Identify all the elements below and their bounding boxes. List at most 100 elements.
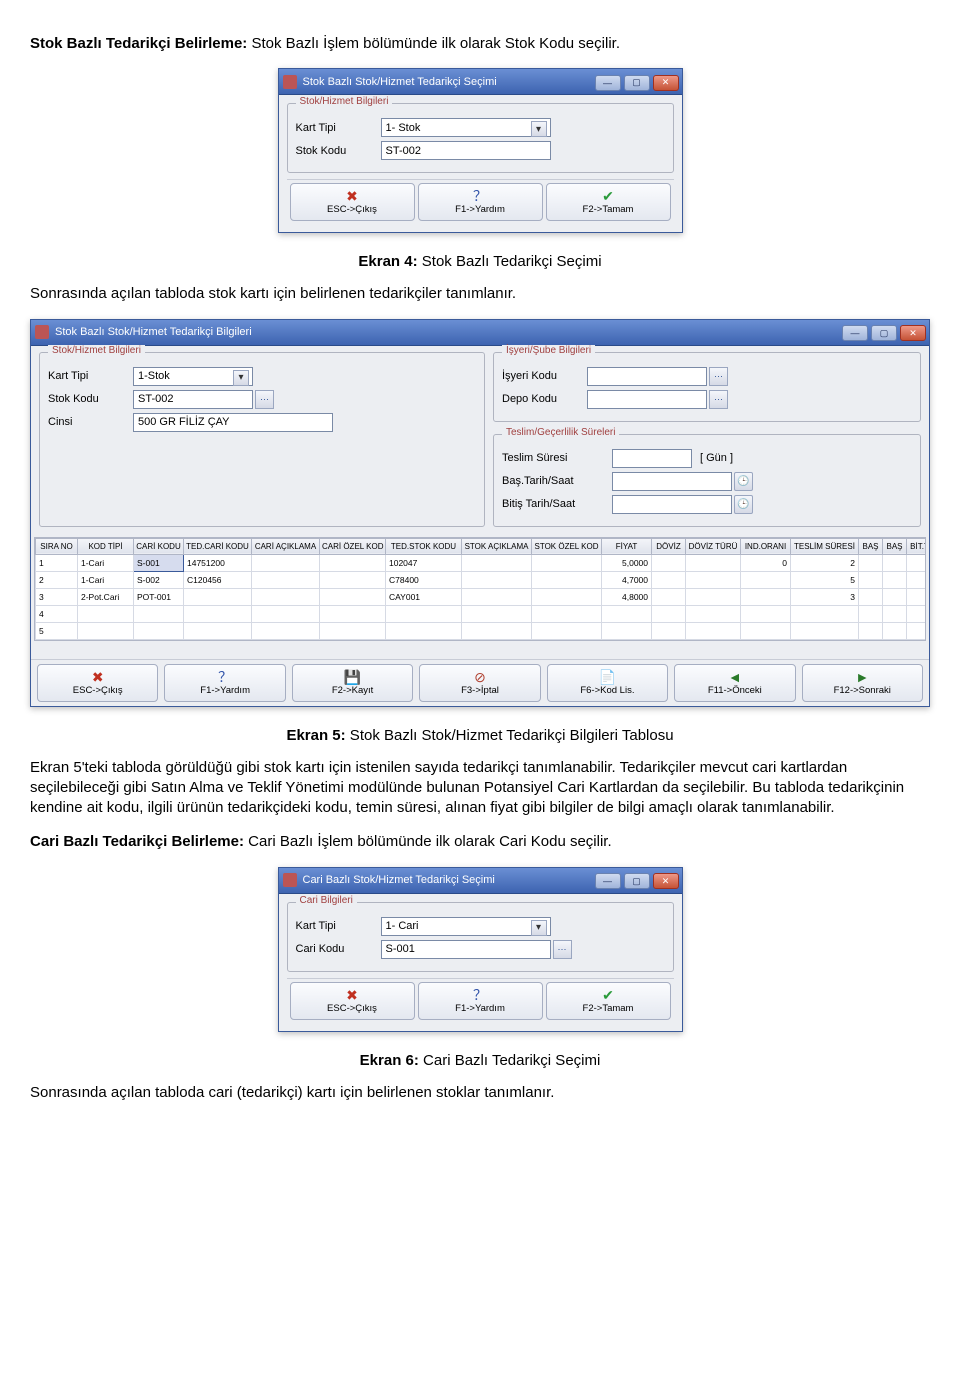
minimize-button[interactable]: — (842, 325, 868, 341)
lookup-button[interactable]: ⋯ (709, 390, 728, 409)
grid-header[interactable]: SIRA NO (36, 538, 78, 554)
grid-cell[interactable] (883, 554, 907, 571)
grid-cell[interactable] (602, 622, 652, 639)
f2-tamam-button[interactable]: ✔F2->Tamam (546, 982, 671, 1020)
grid-header[interactable]: DÖVİZ TÜRÜ (686, 538, 741, 554)
stok-kodu-input[interactable]: ST-002 (381, 141, 551, 160)
grid-cell[interactable] (907, 622, 927, 639)
grid-cell[interactable]: S-002 (134, 571, 184, 588)
grid-cell[interactable]: 102047 (386, 554, 462, 571)
grid-cell[interactable]: 3 (791, 588, 859, 605)
grid-cell[interactable] (791, 622, 859, 639)
grid-cell[interactable] (252, 554, 320, 571)
bas-tarih-input[interactable] (612, 472, 732, 491)
grid-cell[interactable] (532, 554, 602, 571)
table-row[interactable]: 21-CariS-002C120456C784004,70005 (36, 571, 927, 588)
esc-cikis-button[interactable]: ✖ESC->Çıkış (290, 183, 415, 221)
clock-icon[interactable]: 🕒 (734, 472, 753, 491)
kart-tipi-combo[interactable]: 1- Stok (381, 118, 551, 137)
grid-cell[interactable]: 5,0000 (602, 554, 652, 571)
grid-cell[interactable] (883, 571, 907, 588)
grid-header[interactable]: BİT.T (907, 538, 927, 554)
f3-iptal-button[interactable]: ⊘F3->İptal (419, 664, 540, 702)
grid-cell[interactable] (602, 605, 652, 622)
grid-header[interactable]: STOK ÖZEL KOD (532, 538, 602, 554)
close-button[interactable]: ✕ (900, 325, 926, 341)
grid-cell[interactable] (134, 622, 184, 639)
grid-cell[interactable]: 3 (36, 588, 78, 605)
grid-cell[interactable] (859, 605, 883, 622)
grid-header[interactable]: KOD TİPİ (78, 538, 134, 554)
grid-cell[interactable] (252, 571, 320, 588)
grid-cell[interactable] (741, 571, 791, 588)
f1-yardim-button[interactable]: ？F1->Yardım (418, 982, 543, 1020)
table-row[interactable]: 11-CariS-001147512001020475,0000020✕ (36, 554, 927, 571)
grid-cell[interactable]: POT-001 (134, 588, 184, 605)
grid-cell[interactable]: 5 (36, 622, 78, 639)
grid-cell[interactable] (791, 605, 859, 622)
grid-cell[interactable] (883, 605, 907, 622)
grid-cell[interactable] (652, 622, 686, 639)
cari-kodu-input[interactable]: S-001 (381, 940, 551, 959)
minimize-button[interactable]: — (595, 873, 621, 889)
grid-cell[interactable] (252, 588, 320, 605)
grid-cell[interactable] (686, 571, 741, 588)
grid-cell[interactable] (741, 588, 791, 605)
grid-cell[interactable] (184, 622, 252, 639)
grid-cell[interactable] (686, 605, 741, 622)
grid-cell[interactable] (462, 622, 532, 639)
grid-cell[interactable] (859, 622, 883, 639)
grid-cell[interactable]: 2-Pot.Cari (78, 588, 134, 605)
grid-cell[interactable] (320, 622, 386, 639)
grid-cell[interactable]: C78400 (386, 571, 462, 588)
grid-cell[interactable]: S-001 (134, 554, 184, 571)
isyeri-kodu-input[interactable] (587, 367, 707, 386)
grid-cell[interactable]: 14751200 (184, 554, 252, 571)
close-button[interactable]: ✕ (653, 873, 679, 889)
f1-yardim-button[interactable]: ？F1->Yardım (164, 664, 285, 702)
grid-cell[interactable]: 2 (36, 571, 78, 588)
grid-header[interactable]: BAŞ (859, 538, 883, 554)
grid-header[interactable]: BAŞ (883, 538, 907, 554)
grid-cell[interactable] (652, 605, 686, 622)
depo-kodu-input[interactable] (587, 390, 707, 409)
grid-cell[interactable] (320, 588, 386, 605)
grid-cell[interactable] (462, 554, 532, 571)
grid-cell[interactable] (462, 605, 532, 622)
table-row[interactable]: 4 (36, 605, 927, 622)
esc-cikis-button[interactable]: ✖ESC->Çıkış (37, 664, 158, 702)
grid-cell[interactable]: 4,7000 (602, 571, 652, 588)
grid-cell[interactable]: 5 (791, 571, 859, 588)
grid-header[interactable]: TESLİM SÜRESİ (791, 538, 859, 554)
grid-cell[interactable] (320, 571, 386, 588)
grid-cell[interactable] (386, 622, 462, 639)
f1-yardim-button[interactable]: ？F1->Yardım (418, 183, 543, 221)
maximize-button[interactable]: ▢ (624, 75, 650, 91)
maximize-button[interactable]: ▢ (624, 873, 650, 889)
grid-header[interactable]: CARİ AÇIKLAMA (252, 538, 320, 554)
lookup-button[interactable]: ⋯ (255, 390, 274, 409)
f2-tamam-button[interactable]: ✔F2->Tamam (546, 183, 671, 221)
grid-cell[interactable] (252, 622, 320, 639)
grid-cell[interactable]: 0 (741, 554, 791, 571)
grid-cell[interactable] (78, 622, 134, 639)
grid-cell[interactable] (686, 588, 741, 605)
lookup-button[interactable]: ⋯ (709, 367, 728, 386)
grid-cell[interactable] (184, 605, 252, 622)
stok-kodu-input[interactable]: ST-002 (133, 390, 253, 409)
grid-cell[interactable] (78, 605, 134, 622)
esc-cikis-button[interactable]: ✖ESC->Çıkış (290, 982, 415, 1020)
grid-cell[interactable] (907, 588, 927, 605)
grid-cell[interactable] (386, 605, 462, 622)
grid-cell[interactable] (859, 571, 883, 588)
grid-cell[interactable]: 4,8000 (602, 588, 652, 605)
grid-cell[interactable] (907, 605, 927, 622)
grid-cell[interactable] (320, 605, 386, 622)
grid-cell[interactable]: 1 (36, 554, 78, 571)
maximize-button[interactable]: ▢ (871, 325, 897, 341)
grid-header[interactable]: DÖVİZ (652, 538, 686, 554)
grid-cell[interactable] (532, 605, 602, 622)
grid-cell[interactable] (652, 571, 686, 588)
grid-cell[interactable]: C120456 (184, 571, 252, 588)
cinsi-input[interactable]: 500 GR FİLİZ ÇAY (133, 413, 333, 432)
